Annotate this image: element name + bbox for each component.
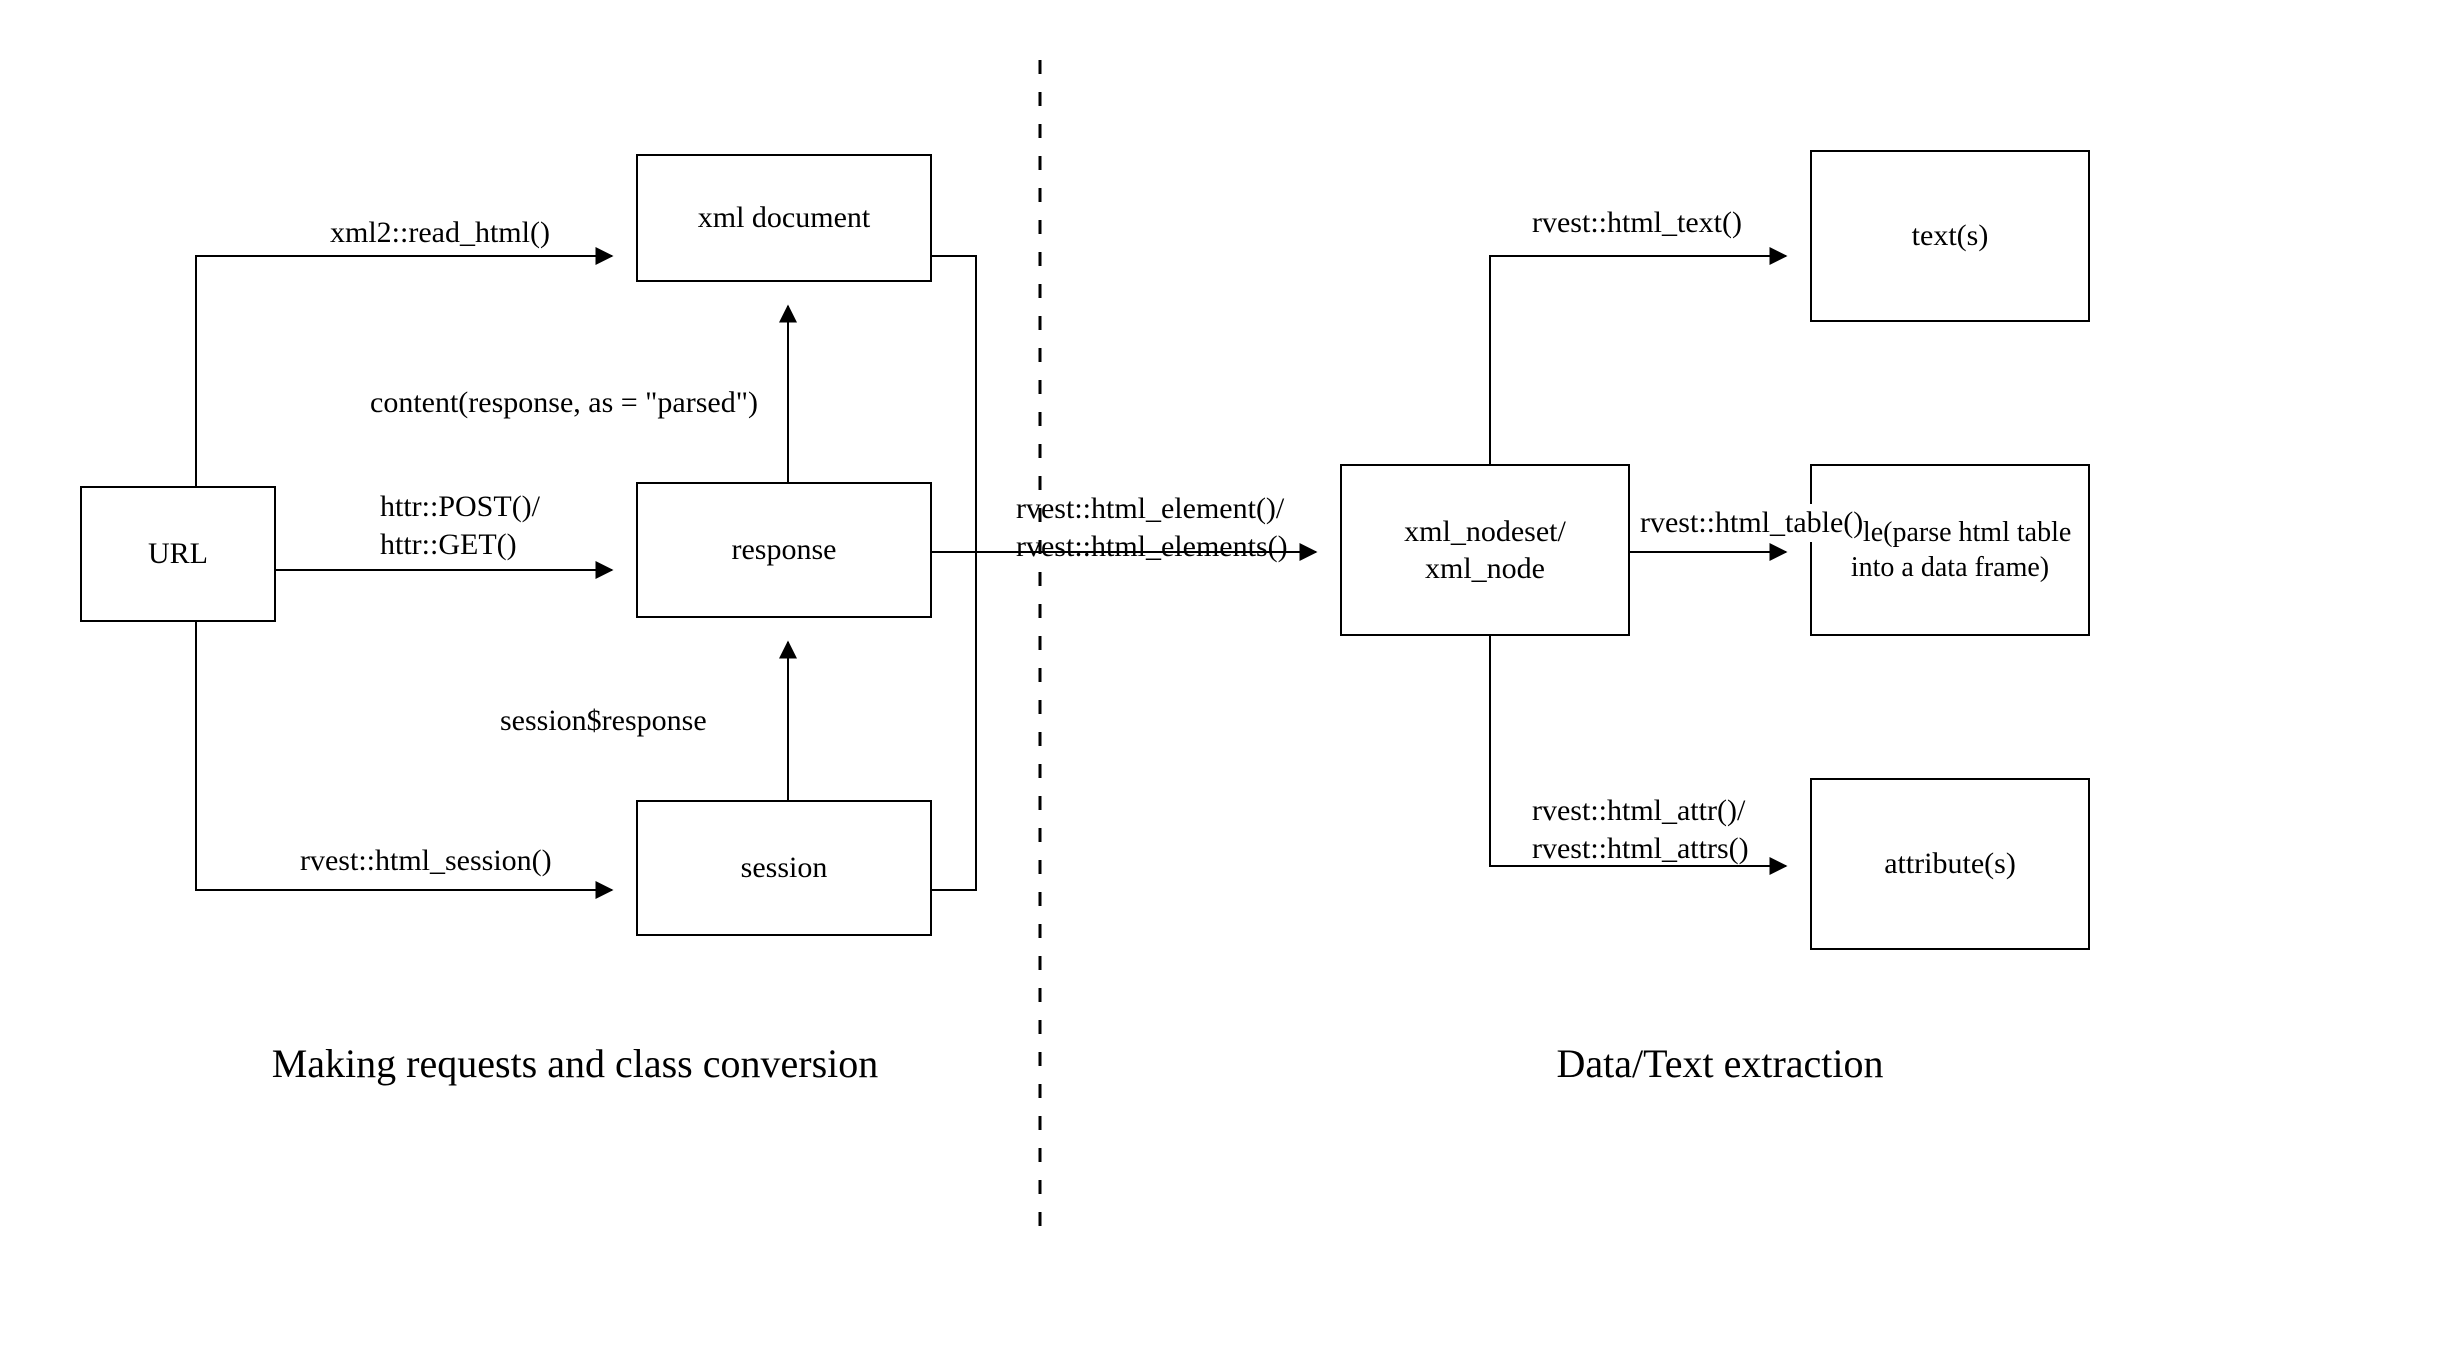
label-httr: httr::POST()/ httr::GET() bbox=[380, 488, 540, 563]
label-html-text: rvest::html_text() bbox=[1532, 204, 1742, 242]
node-response: response bbox=[636, 482, 932, 618]
node-xml-document: xml document bbox=[636, 154, 932, 282]
label-html-session: rvest::html_session() bbox=[300, 842, 552, 880]
diagram-canvas: URL xml document response session xml_no… bbox=[0, 0, 2438, 1369]
section-right: Data/Text extraction bbox=[1370, 1040, 2070, 1087]
node-attribute: attribute(s) bbox=[1810, 778, 2090, 950]
label-read-html: xml2::read_html() bbox=[330, 214, 550, 252]
node-url: URL bbox=[80, 486, 276, 622]
node-session: session bbox=[636, 800, 932, 936]
node-xml-nodeset: xml_nodeset/ xml_node bbox=[1340, 464, 1630, 636]
section-left: Making requests and class conversion bbox=[225, 1040, 925, 1087]
label-session-response: session$response bbox=[500, 702, 707, 740]
label-content-parsed: content(response, as = "parsed") bbox=[370, 384, 758, 422]
node-text: text(s) bbox=[1810, 150, 2090, 322]
label-html-element: rvest::html_element()/ rvest::html_eleme… bbox=[1016, 490, 1288, 565]
label-html-attr: rvest::html_attr()/ rvest::html_attrs() bbox=[1532, 792, 1749, 867]
node-table: table(parse html table into a data frame… bbox=[1810, 464, 2090, 636]
label-html-table: rvest::html_table() bbox=[1640, 504, 1863, 542]
